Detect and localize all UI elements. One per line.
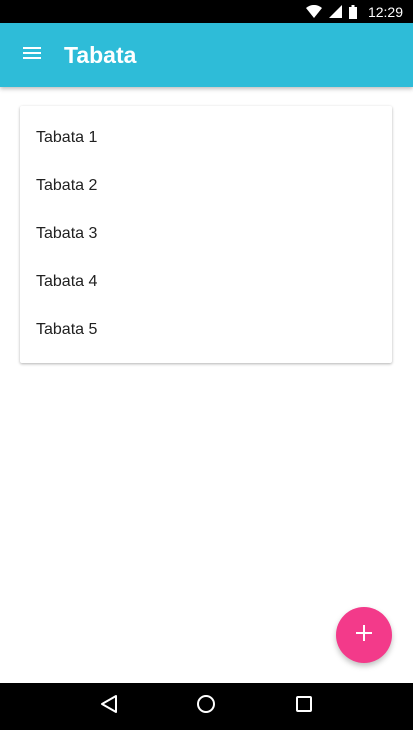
home-icon <box>196 694 216 719</box>
list-item[interactable]: Tabata 2 <box>20 162 392 210</box>
back-button[interactable] <box>85 683 133 730</box>
list-item[interactable]: Tabata 3 <box>20 210 392 258</box>
recents-button[interactable] <box>280 683 328 730</box>
list-item[interactable]: Tabata 5 <box>20 306 392 354</box>
recents-icon <box>296 696 313 717</box>
plus-icon <box>356 624 372 646</box>
app-bar: Tabata <box>0 23 413 87</box>
menu-button[interactable] <box>0 23 64 87</box>
tabata-list-card: Tabata 1 Tabata 2 Tabata 3 Tabata 4 Taba… <box>20 106 392 363</box>
signal-icon <box>328 5 342 18</box>
list-item[interactable]: Tabata 1 <box>20 114 392 162</box>
battery-icon <box>348 4 357 19</box>
wifi-icon <box>305 5 322 18</box>
status-bar: 12:29 <box>0 0 413 23</box>
home-button[interactable] <box>182 683 230 730</box>
status-time: 12:29 <box>367 3 403 20</box>
menu-icon <box>23 46 41 64</box>
page-title: Tabata <box>64 41 137 68</box>
add-button[interactable] <box>336 607 392 663</box>
back-icon <box>100 694 118 719</box>
navigation-bar <box>0 683 413 730</box>
list-item[interactable]: Tabata 4 <box>20 258 392 306</box>
